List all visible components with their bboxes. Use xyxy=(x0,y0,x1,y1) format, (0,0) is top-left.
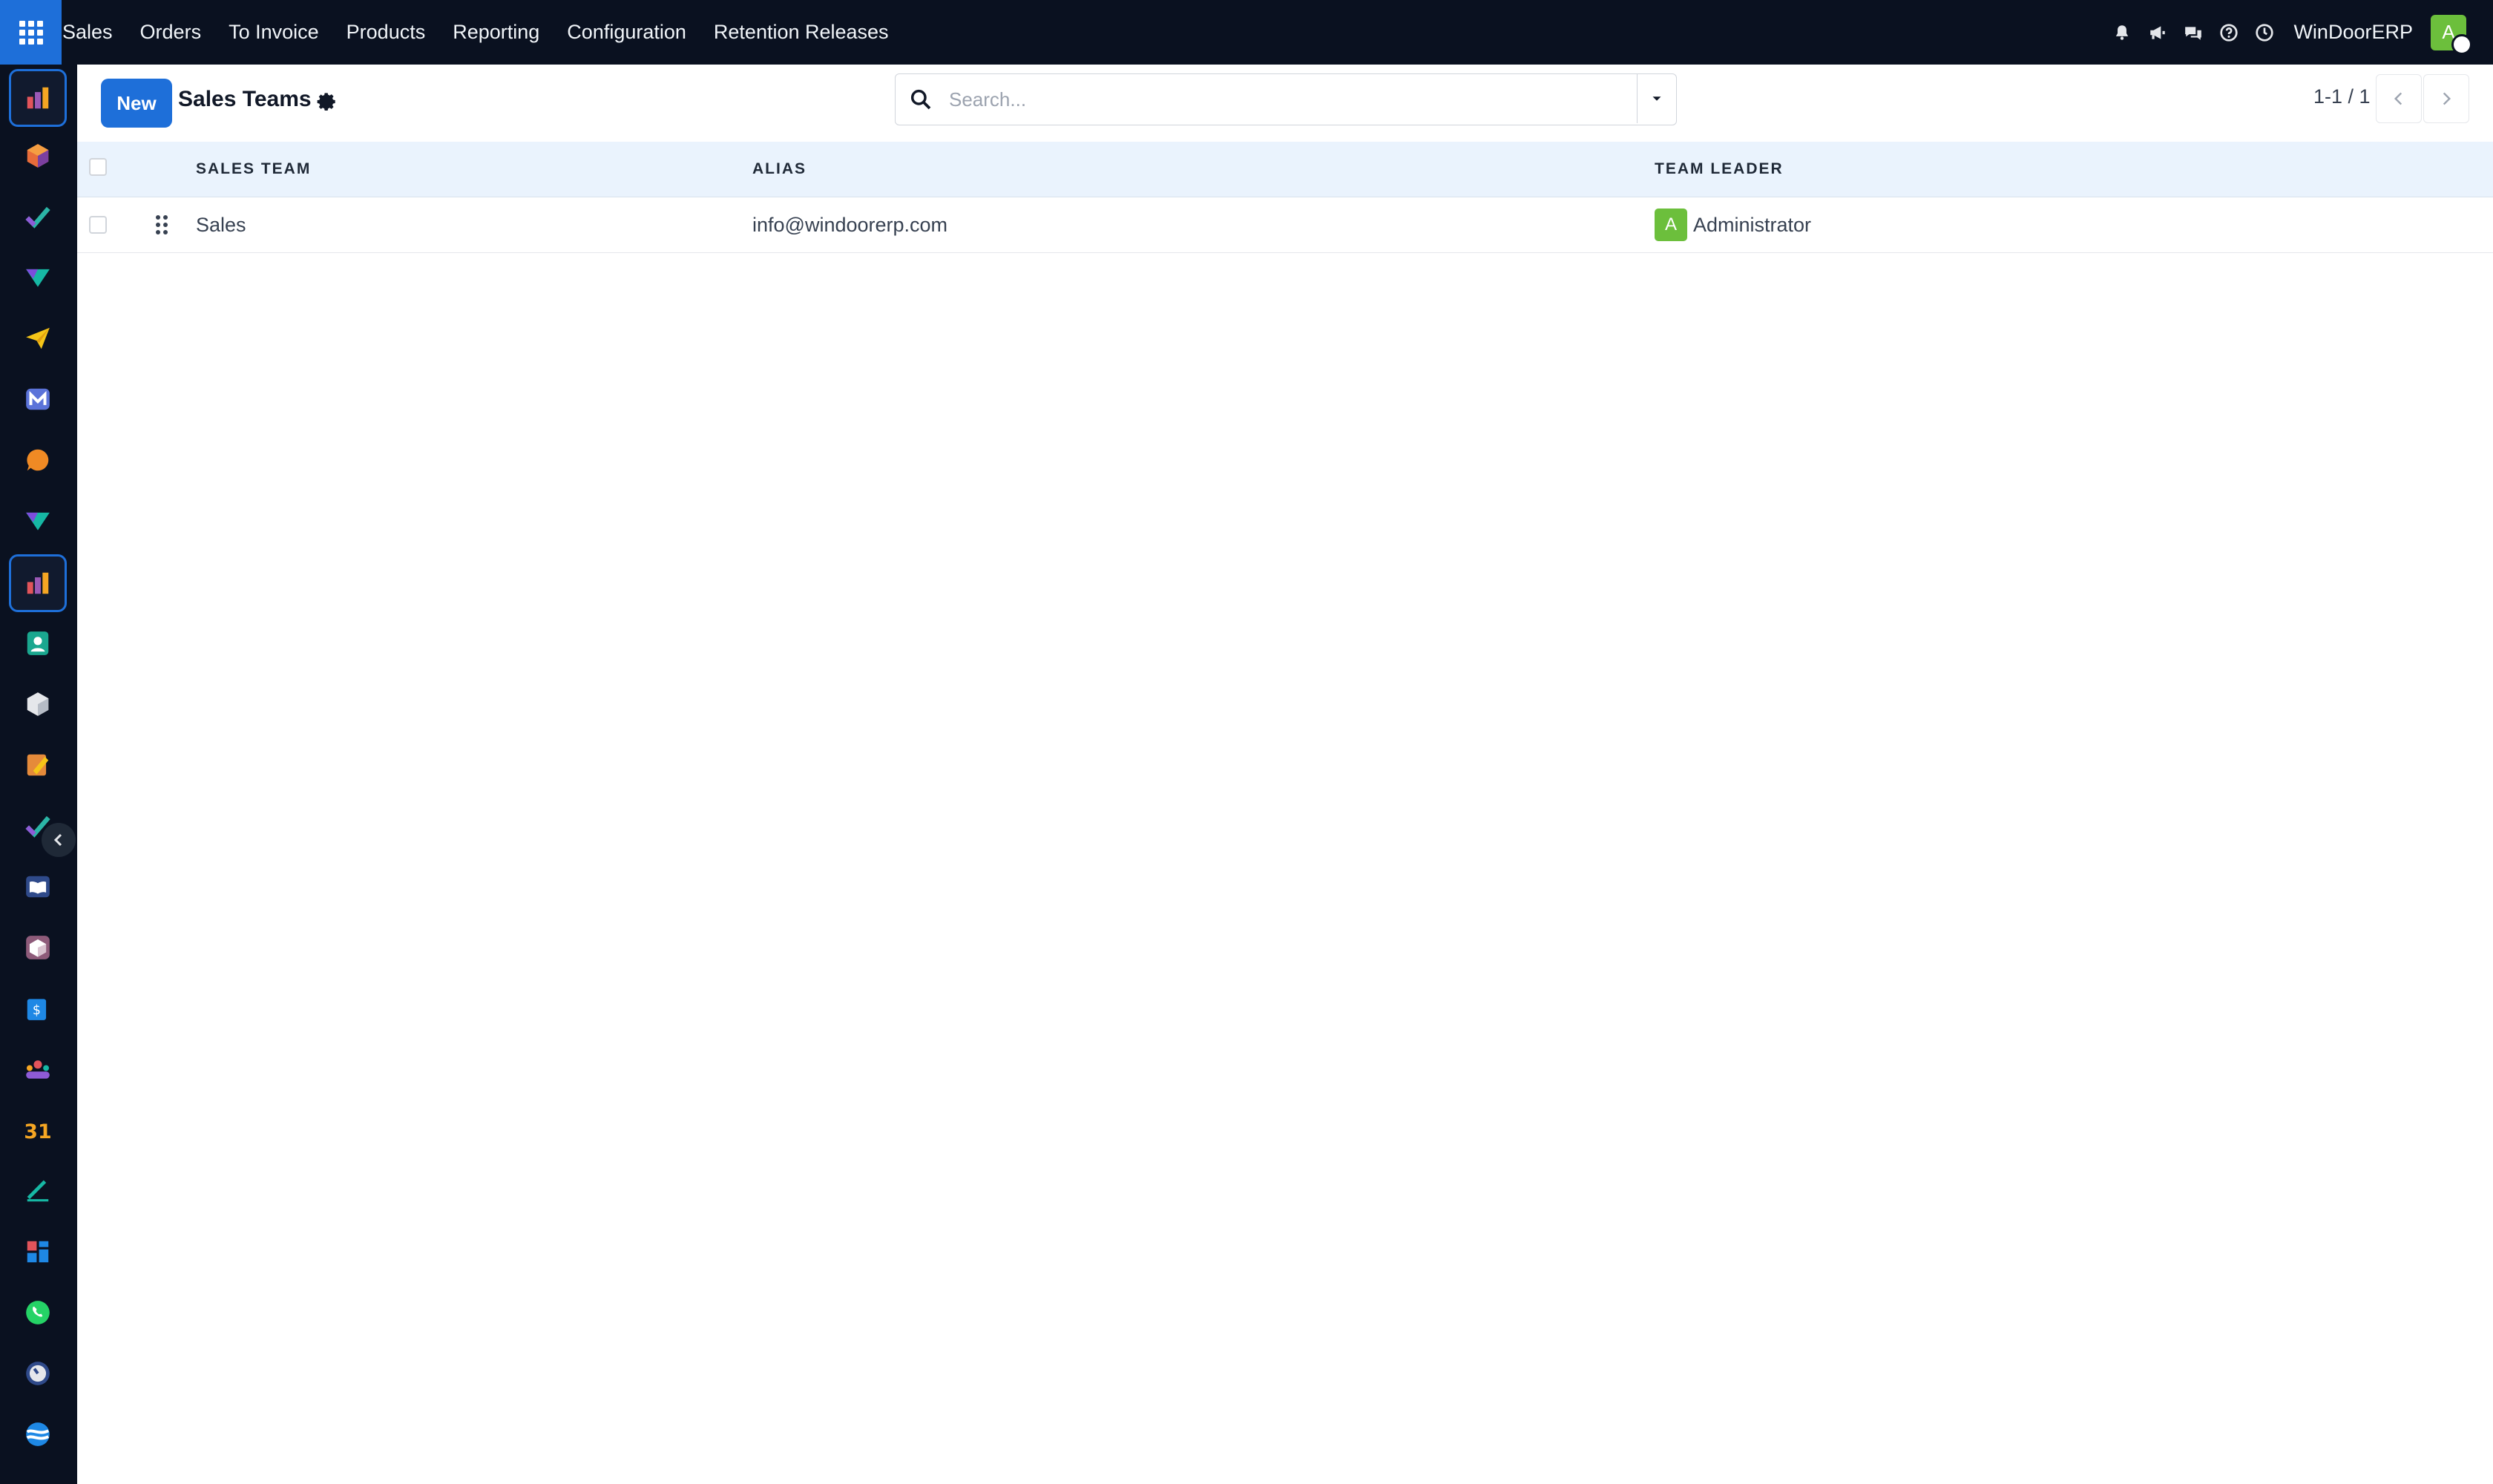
chat-icon[interactable] xyxy=(2184,23,2203,42)
row-checkbox[interactable] xyxy=(89,197,107,252)
dashboards-icon[interactable] xyxy=(9,1224,67,1280)
menu-reporting[interactable]: Reporting xyxy=(453,21,539,44)
mail-icon[interactable] xyxy=(9,371,67,427)
new-button[interactable]: New xyxy=(101,79,172,128)
pager-previous-button[interactable] xyxy=(2376,74,2422,123)
cell-alias[interactable]: info@windoorerp.com xyxy=(752,197,947,252)
inventory-icon[interactable] xyxy=(9,128,67,184)
bell-icon[interactable] xyxy=(2112,23,2132,42)
cell-team-leader[interactable]: A Administrator xyxy=(1655,197,1811,252)
column-header-team-leader[interactable]: TEAM LEADER xyxy=(1655,142,1784,197)
app-sidebar: $ 31 xyxy=(0,65,77,1484)
settings-icon[interactable] xyxy=(9,1406,67,1462)
user-avatar[interactable]: A xyxy=(2431,14,2472,55)
todo-icon[interactable] xyxy=(9,798,67,854)
gear-icon[interactable] xyxy=(316,91,337,112)
invoicing-icon[interactable]: $ xyxy=(9,980,67,1037)
search-bar xyxy=(895,73,1677,125)
apps-grid-icon[interactable] xyxy=(0,0,62,65)
clock-icon[interactable] xyxy=(2255,23,2274,42)
search-icon xyxy=(910,89,931,110)
discuss-icon[interactable] xyxy=(9,249,67,306)
systray: WinDoorERP A xyxy=(2096,0,2493,65)
pager-value[interactable]: 1-1 / 1 xyxy=(2313,85,2371,108)
contacts-icon[interactable] xyxy=(9,615,67,672)
table-row[interactable]: Sales info@windoorerp.com A Administrato… xyxy=(77,197,2493,253)
column-header-alias[interactable]: ALIAS xyxy=(752,142,807,197)
menu-to-invoice[interactable]: To Invoice xyxy=(229,21,319,44)
packages-icon[interactable] xyxy=(9,919,67,976)
svg-text:31: 31 xyxy=(24,1120,51,1143)
knowledge-icon[interactable] xyxy=(9,858,67,915)
drag-handle-icon[interactable] xyxy=(156,197,168,252)
studio-icon[interactable] xyxy=(9,737,67,793)
page-title[interactable]: Sales Teams xyxy=(178,87,312,112)
help-icon[interactable] xyxy=(2219,23,2239,42)
select-all-checkbox[interactable] xyxy=(89,142,107,197)
sales-icon[interactable] xyxy=(9,69,67,127)
chevron-left-icon xyxy=(2394,92,2402,105)
status-dot xyxy=(2451,33,2472,55)
chevron-right-icon xyxy=(2443,92,2451,105)
megaphone-icon[interactable] xyxy=(2148,23,2167,42)
calendar-icon[interactable]: 31 xyxy=(9,1102,67,1158)
timer-icon[interactable] xyxy=(9,1345,67,1402)
sign-icon[interactable] xyxy=(9,1163,67,1219)
search-options-toggle[interactable] xyxy=(1637,74,1676,123)
menu-orders[interactable]: Orders xyxy=(140,21,202,44)
sales-teams-list: SALES TEAM ALIAS TEAM LEADER Sales info@… xyxy=(77,142,2493,253)
whatsapp-icon[interactable] xyxy=(9,1284,67,1341)
products-icon[interactable] xyxy=(9,676,67,732)
search-input[interactable] xyxy=(947,74,1618,125)
cell-sales-team[interactable]: Sales xyxy=(196,197,246,252)
avatar: A xyxy=(1655,209,1687,241)
project-icon[interactable] xyxy=(9,188,67,245)
menu-products[interactable]: Products xyxy=(346,21,426,44)
main-menu: Sales Orders To Invoice Products Reporti… xyxy=(62,0,916,65)
survey-icon[interactable] xyxy=(9,493,67,549)
sales-icon[interactable] xyxy=(9,554,67,612)
email-marketing-icon[interactable] xyxy=(9,310,67,367)
pager-next-button[interactable] xyxy=(2423,74,2469,123)
live-chat-icon[interactable] xyxy=(9,432,67,488)
employees-icon[interactable] xyxy=(9,1041,67,1097)
menu-configuration[interactable]: Configuration xyxy=(567,21,686,44)
list-header: SALES TEAM ALIAS TEAM LEADER xyxy=(77,142,2493,197)
svg-text:$: $ xyxy=(33,1003,41,1018)
control-panel: New Sales Teams 1-1 / 1 xyxy=(77,65,2493,142)
menu-retention-releases[interactable]: Retention Releases xyxy=(714,21,889,44)
company-name[interactable]: WinDoorERP xyxy=(2293,21,2413,44)
menu-sales[interactable]: Sales xyxy=(62,21,113,44)
column-header-sales-team[interactable]: SALES TEAM xyxy=(196,142,311,197)
team-leader-name: Administrator xyxy=(1693,213,1812,236)
top-navbar: Sales Orders To Invoice Products Reporti… xyxy=(0,0,2493,65)
caret-down-icon xyxy=(1652,96,1661,101)
